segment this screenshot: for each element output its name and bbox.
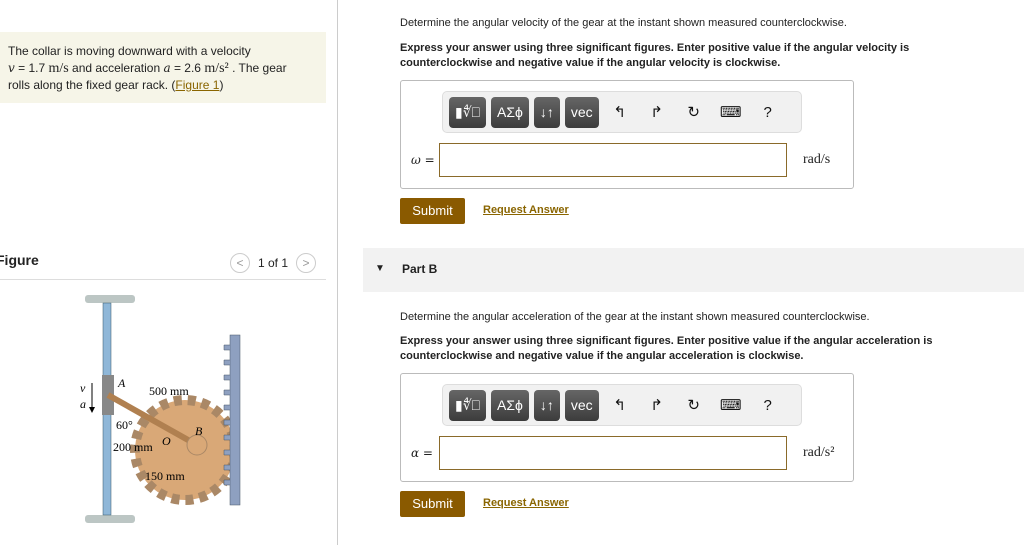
alpha-unit: rad/s² bbox=[803, 445, 835, 460]
fig-label-O: O bbox=[162, 434, 171, 448]
part-b-instructions: Express your answer using three signific… bbox=[400, 335, 933, 362]
page-indicator: 1 of 1 bbox=[258, 256, 289, 270]
omega-label: ω = bbox=[411, 153, 435, 167]
unit: m/s² bbox=[204, 61, 229, 76]
fig-label-150mm: 150 mm bbox=[145, 469, 185, 483]
fig-label-a: a bbox=[80, 397, 86, 411]
greek-button[interactable]: ΑΣϕ bbox=[491, 389, 529, 421]
part-b-title: Part B bbox=[402, 262, 438, 276]
v-symbol: v bbox=[8, 61, 15, 75]
fig-label-500mm: 500 mm bbox=[149, 384, 189, 398]
text: . The gear bbox=[228, 61, 287, 75]
help-icon[interactable]: ? bbox=[752, 397, 784, 414]
reset-icon[interactable]: ↻ bbox=[678, 396, 710, 414]
greek-button[interactable]: ΑΣϕ bbox=[491, 96, 529, 128]
fig-label-B: B bbox=[195, 424, 203, 438]
alpha-input[interactable] bbox=[439, 436, 787, 470]
part-a-request-answer-link[interactable]: Request Answer bbox=[483, 204, 569, 216]
vector-button[interactable]: vec bbox=[564, 389, 599, 421]
redo-icon[interactable]: ↱ bbox=[641, 103, 673, 121]
text: rolls along the fixed gear rack. ( bbox=[8, 78, 176, 92]
help-icon[interactable]: ? bbox=[752, 104, 784, 121]
question-panel: Determine the angular velocity of the ge… bbox=[363, 0, 1024, 545]
text: and acceleration bbox=[68, 61, 164, 75]
keyboard-icon[interactable]: ⌨ bbox=[715, 103, 747, 121]
part-b-request-answer-link[interactable]: Request Answer bbox=[483, 497, 569, 509]
math-toolbar: ▮∜⎕ ΑΣϕ ↓↑ vec ↰ ↱ ↻ ⌨ ? bbox=[442, 91, 802, 133]
figure-title: Figure bbox=[0, 252, 39, 268]
templates-button[interactable]: ▮∜⎕ bbox=[449, 96, 487, 128]
keyboard-icon[interactable]: ⌨ bbox=[715, 396, 747, 414]
undo-icon[interactable]: ↰ bbox=[604, 396, 636, 414]
problem-statement: The collar is moving downward with a vel… bbox=[0, 32, 326, 103]
part-a-submit-button[interactable]: Submit bbox=[400, 198, 465, 224]
undo-icon[interactable]: ↰ bbox=[604, 103, 636, 121]
redo-icon[interactable]: ↱ bbox=[641, 396, 673, 414]
omega-unit: rad/s bbox=[803, 152, 831, 167]
text: The collar is moving downward with a vel… bbox=[8, 44, 251, 58]
part-b-question: Determine the angular acceleration of th… bbox=[400, 311, 870, 323]
math-toolbar: ▮∜⎕ ΑΣϕ ↓↑ vec ↰ ↱ ↻ ⌨ ? bbox=[442, 384, 802, 426]
subscript-button[interactable]: ↓↑ bbox=[533, 389, 560, 421]
part-a-instructions: Express your answer using three signific… bbox=[400, 42, 910, 69]
part-a-question: Determine the angular velocity of the ge… bbox=[400, 17, 847, 29]
next-figure-button[interactable]: > bbox=[296, 253, 317, 273]
part-b-answer-box: ▮∜⎕ ΑΣϕ ↓↑ vec ↰ ↱ ↻ ⌨ ? α = rad/s² bbox=[400, 373, 854, 482]
collapse-icon[interactable]: ▼ bbox=[375, 263, 385, 274]
part-b-header[interactable]: ▼ Part B bbox=[363, 248, 1024, 292]
part-a-answer-box: ▮∜⎕ ΑΣϕ ↓↑ vec ↰ ↱ ↻ ⌨ ? ω = rad/s bbox=[400, 80, 854, 189]
text: = 1.7 bbox=[14, 61, 49, 75]
alpha-label: α = bbox=[411, 446, 433, 460]
figure-header: Figure < 1 of 1 > bbox=[0, 246, 326, 280]
fig-label-angle: 60° bbox=[116, 418, 133, 432]
figure-pager: < 1 of 1 > bbox=[230, 253, 317, 273]
text: = 2.6 bbox=[170, 61, 205, 75]
fig-label-A: A bbox=[117, 376, 126, 390]
a-symbol: a bbox=[163, 61, 171, 75]
templates-button[interactable]: ▮∜⎕ bbox=[449, 389, 487, 421]
reset-icon[interactable]: ↻ bbox=[678, 103, 710, 121]
left-panel: The collar is moving downward with a vel… bbox=[0, 0, 338, 545]
unit: m/s bbox=[48, 61, 69, 76]
vector-button[interactable]: vec bbox=[564, 96, 599, 128]
figure-link[interactable]: Figure 1 bbox=[175, 78, 219, 92]
omega-input[interactable] bbox=[439, 143, 787, 177]
prev-figure-button[interactable]: < bbox=[230, 253, 250, 273]
gear-collar-figure: v a A B O 500 mm 200 mm 150 mm 60° bbox=[80, 295, 241, 523]
part-b-submit-button[interactable]: Submit bbox=[400, 491, 465, 517]
fig-label-v: v bbox=[80, 381, 86, 395]
text: ) bbox=[219, 78, 224, 92]
fig-label-200mm: 200 mm bbox=[113, 440, 153, 454]
subscript-button[interactable]: ↓↑ bbox=[533, 96, 560, 128]
